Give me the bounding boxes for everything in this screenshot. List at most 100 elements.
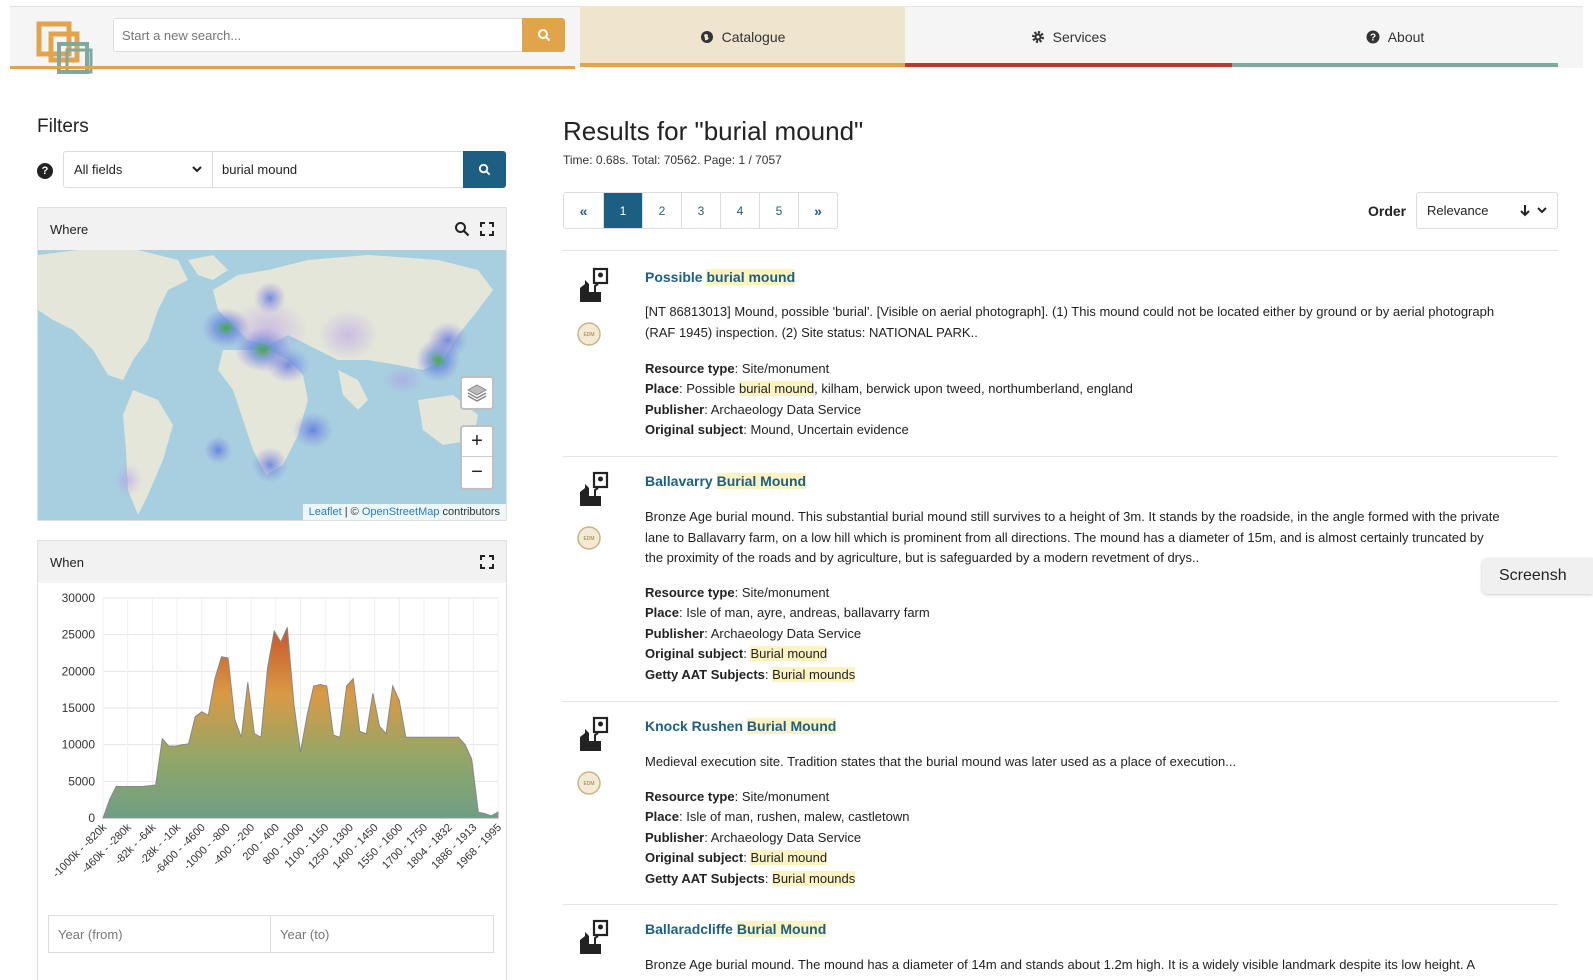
monument-icon: EDM — [577, 267, 609, 346]
page-4-button[interactable]: 4 — [720, 193, 759, 228]
nav-tab-services[interactable]: Services — [905, 6, 1232, 67]
nav-tab-catalogue[interactable]: Catalogue — [580, 6, 905, 67]
svg-text:EDM: EDM — [583, 332, 594, 338]
result-description-line: (RAF 1945) inspection. (2) Site status: … — [645, 324, 978, 340]
result-getty-subjects: Getty AAT Subjects: Burial mounds — [645, 871, 856, 886]
nav-tab-label: Services — [1052, 28, 1107, 45]
chart-y-ticks: 0 5000 10000 15000 20000 25000 30000 — [62, 591, 96, 825]
order-select[interactable]: Relevance — [1416, 192, 1558, 229]
page-3-button[interactable]: 3 — [681, 193, 720, 228]
zoom-control: + − — [460, 425, 494, 490]
result-publisher: Publisher: Archaeology Data Service — [645, 830, 862, 845]
field-label: Resource type — [645, 585, 735, 600]
result-title-link[interactable]: Ballaradcliffe Burial Mound — [645, 921, 827, 937]
result-place: Place: Isle of man, rushen, malew, castl… — [645, 809, 910, 824]
global-search-input[interactable] — [113, 18, 523, 52]
y-tick-label: 25000 — [62, 628, 96, 642]
result-description-line: Bronze Age burial mound. This substantia… — [645, 509, 1500, 524]
result-description-line: Bronze Age burial mound. The mound has a… — [645, 957, 1476, 972]
where-panel-title: Where — [50, 221, 89, 237]
expand-icon[interactable] — [480, 222, 494, 236]
y-tick-label: 5000 — [68, 774, 95, 788]
screenshot-tab[interactable]: Screensh — [1482, 558, 1593, 594]
expand-icon[interactable] — [480, 555, 494, 569]
svg-text:EDM: EDM — [583, 536, 594, 542]
field-label: Original subject — [645, 850, 744, 865]
result-title-link[interactable]: Possible burial mound — [645, 269, 796, 285]
field-value: Isle of man, ayre, andreas, ballavarry f… — [686, 605, 930, 620]
where-panel-header: Where — [38, 208, 506, 250]
field-value-highlight: Burial mounds — [772, 667, 856, 682]
field-value: Archaeology Data Service — [710, 830, 862, 845]
when-panel-header: When — [38, 541, 506, 583]
result-title-link[interactable]: Ballavarry Burial Mound — [645, 473, 807, 489]
order-select-icons — [1519, 204, 1547, 217]
field-value: Site/monument — [741, 361, 830, 376]
result-title-text: Knock Rushen — [645, 718, 747, 734]
order-select-value: Relevance — [1427, 203, 1489, 218]
year-to-input[interactable]: Year (to) — [270, 915, 494, 953]
nav-underline-catalogue — [580, 63, 905, 67]
result-title-highlight: Burial Mound — [736, 921, 827, 937]
nav-tab-label: Catalogue — [721, 28, 786, 45]
result-description-line: [NT 86813013] Mound, possible 'burial'. … — [645, 304, 1495, 319]
app-root: Catalogue Services ? About Filters ? All… — [0, 0, 1593, 980]
page-5-button[interactable]: 5 — [759, 193, 798, 228]
help-icon[interactable]: ? — [37, 163, 53, 179]
map[interactable]: + − Leaflet | © OpenStreetMap contributo… — [38, 250, 506, 520]
result-resource-type: Resource type: Site/monument — [645, 361, 830, 376]
field-value: Archaeology Data Service — [710, 402, 862, 417]
question-circle-icon: ? — [1366, 30, 1380, 43]
zoom-out-button[interactable]: − — [462, 457, 492, 487]
page-2-button[interactable]: 2 — [642, 193, 681, 228]
result-title-link[interactable]: Knock Rushen Burial Mound — [645, 718, 837, 734]
y-tick-label: 10000 — [62, 738, 96, 752]
result-title-text: Ballaradcliffe — [645, 921, 737, 937]
divider — [563, 456, 1558, 457]
result-publisher: Publisher: Archaeology Data Service — [645, 402, 862, 417]
result-original-subject: Original subject: Mound, Uncertain evide… — [645, 422, 909, 437]
result-description: Bronze Age burial mound. The mound has a… — [645, 955, 1525, 976]
site-logo[interactable] — [36, 20, 102, 82]
page-1-button[interactable]: 1 — [603, 193, 642, 228]
global-search-button[interactable] — [522, 18, 565, 52]
result-description-line: the proximity of the roads and by agricu… — [645, 550, 1200, 565]
timeline-chart[interactable]: 0 5000 10000 15000 20000 25000 30000 -1000k - … — [38, 583, 506, 923]
result-title-highlight: burial mound — [706, 269, 796, 285]
nav-underline-search — [10, 66, 575, 69]
field-label: Getty AAT Subjects — [645, 871, 765, 886]
search-icon[interactable] — [454, 221, 470, 237]
field-label: Resource type — [645, 789, 735, 804]
nav-tab-about[interactable]: ? About — [1232, 6, 1558, 67]
result-type-icons: EDM — [576, 470, 610, 550]
field-label: Publisher — [645, 402, 705, 417]
filter-query-input[interactable]: burial mound — [213, 151, 464, 188]
gear-icon — [1031, 30, 1044, 43]
layers-icon — [466, 384, 488, 402]
filters-heading: Filters — [37, 116, 89, 137]
field-select-value: All fields — [74, 162, 123, 177]
field-label: Publisher — [645, 626, 705, 641]
page-next-button[interactable]: » — [798, 193, 837, 228]
result-type-icons — [576, 918, 610, 980]
nav-underline-about — [1232, 63, 1558, 67]
year-from-input[interactable]: Year (from) — [48, 915, 271, 953]
filter-search-button[interactable] — [463, 151, 506, 188]
when-panel: When 0 5000 10000 15000 20000 25000 30000 -100… — [37, 540, 507, 980]
field-select[interactable]: All fields — [63, 151, 213, 188]
layers-control[interactable] — [460, 376, 494, 410]
leaflet-link[interactable]: Leaflet — [309, 506, 342, 518]
y-tick-label: 15000 — [62, 701, 96, 715]
y-tick-label: 30000 — [62, 591, 96, 605]
result-type-icons: EDM — [576, 715, 610, 795]
osm-link[interactable]: OpenStreetMap — [362, 506, 440, 518]
field-label: Original subject — [645, 646, 744, 661]
page-first-button[interactable]: « — [564, 193, 603, 228]
result-title-highlight: Burial Mound — [746, 718, 837, 734]
field-value: Site/monument — [741, 585, 830, 600]
zoom-in-button[interactable]: + — [462, 427, 492, 457]
y-tick-label: 0 — [88, 811, 95, 825]
field-value: Possible — [686, 381, 739, 396]
global-search — [113, 18, 565, 52]
world-map — [38, 250, 493, 515]
